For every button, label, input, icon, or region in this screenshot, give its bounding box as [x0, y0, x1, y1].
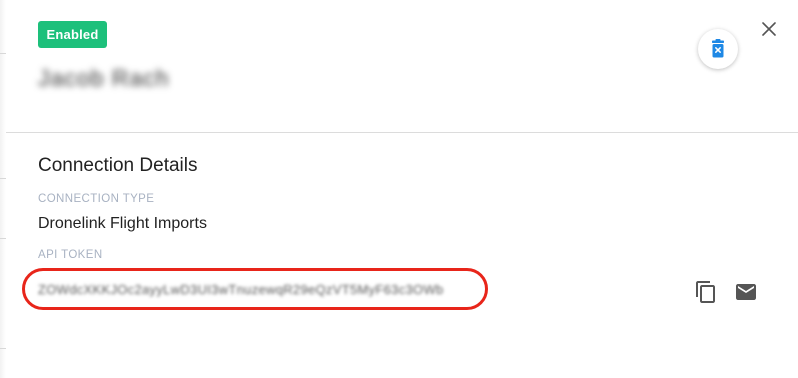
copy-icon	[696, 281, 715, 303]
copy-token-button[interactable]	[694, 280, 718, 304]
api-token-label: API TOKEN	[38, 249, 103, 261]
section-title: Connection Details	[38, 155, 198, 176]
background-page-edge	[0, 0, 6, 378]
close-button[interactable]	[757, 17, 781, 41]
email-token-button[interactable]	[734, 280, 758, 304]
status-badge: Enabled	[38, 21, 107, 48]
highlight-annotation	[22, 268, 488, 310]
connection-detail-panel: Enabled Jacob Rach Connection Details CO…	[0, 0, 798, 378]
connection-type-value: Dronelink Flight Imports	[38, 215, 207, 232]
trash-icon	[712, 39, 724, 58]
user-name: Jacob Rach	[38, 65, 170, 91]
connection-type-label: CONNECTION TYPE	[38, 193, 155, 205]
close-icon	[762, 22, 776, 36]
mail-icon	[736, 284, 756, 300]
header-divider	[6, 132, 798, 133]
delete-button[interactable]	[698, 29, 738, 69]
